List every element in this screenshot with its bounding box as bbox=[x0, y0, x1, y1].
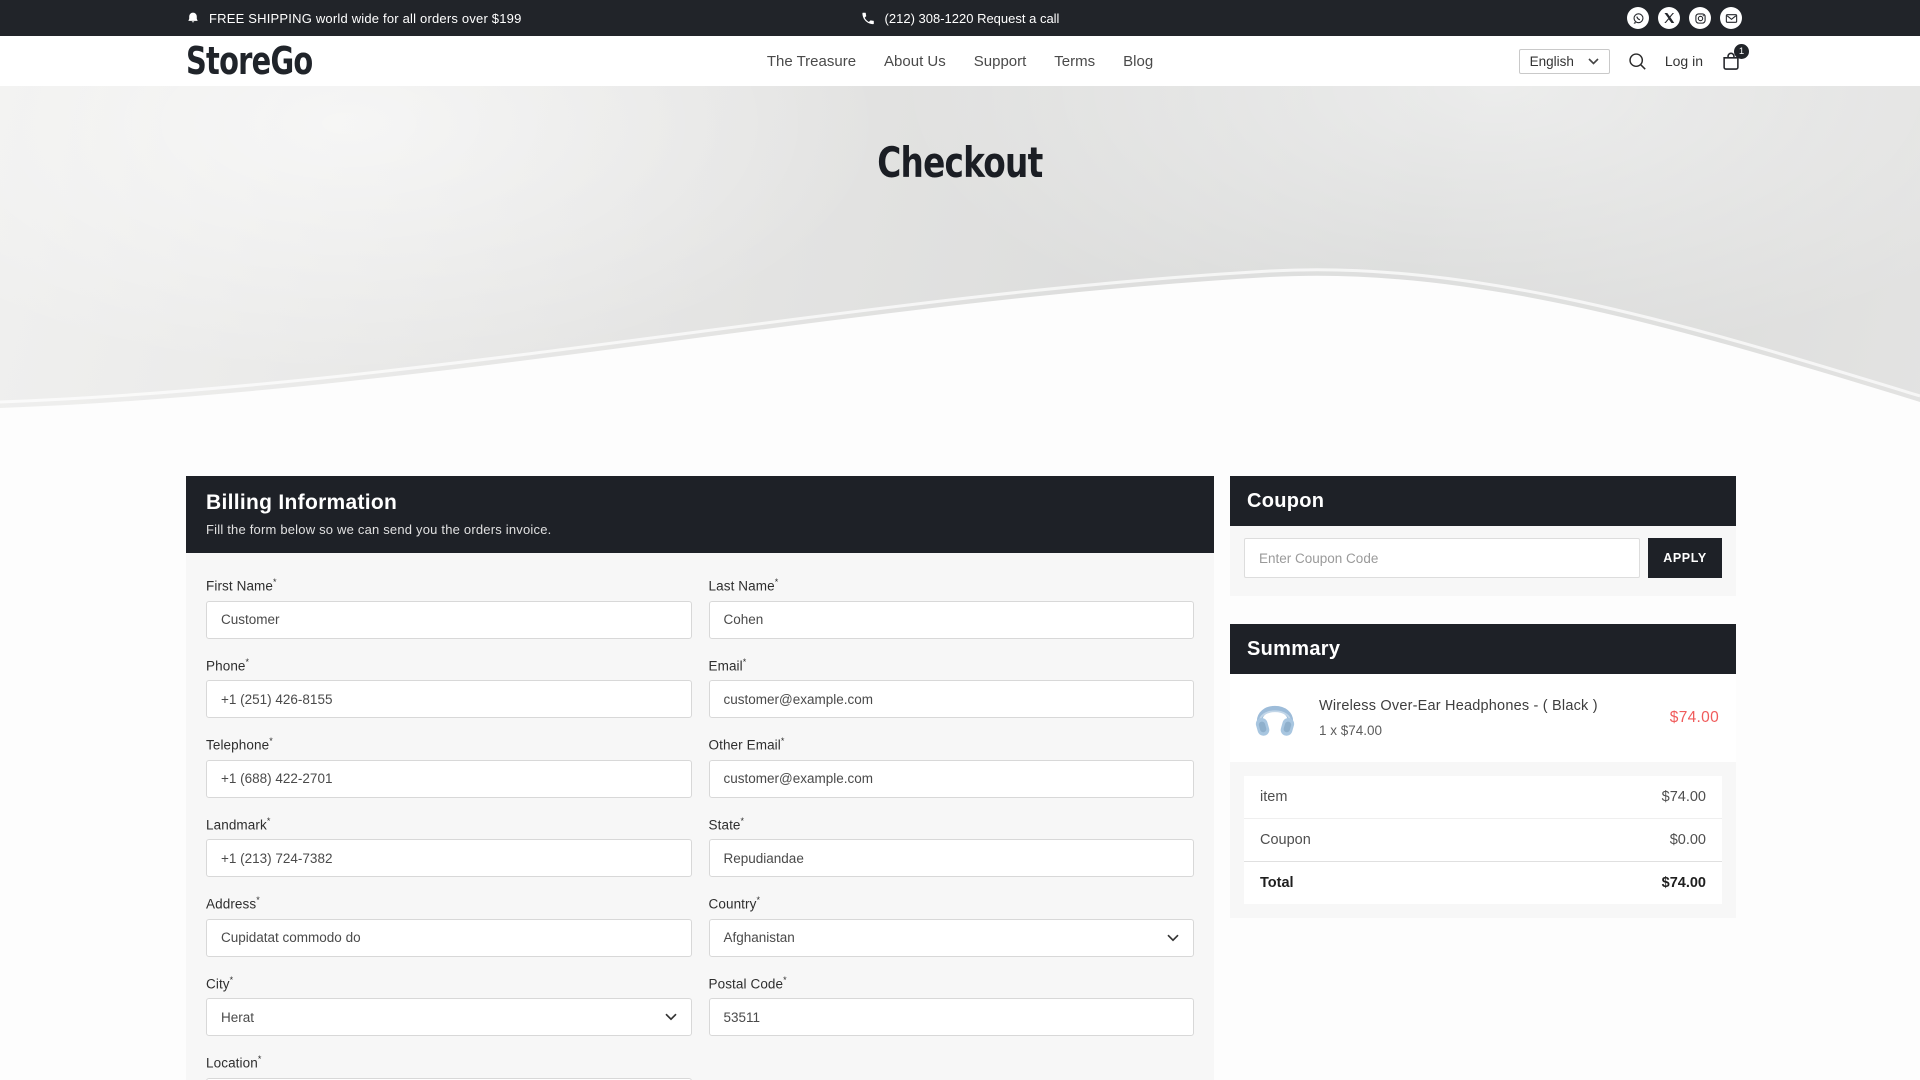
checkout-content: Billing Information Fill the form below … bbox=[186, 476, 1920, 1080]
coupon-title: Coupon bbox=[1247, 490, 1324, 513]
chevron-down-icon bbox=[1167, 934, 1179, 942]
email-label: Email* bbox=[709, 657, 1195, 674]
other-email-label: Other Email* bbox=[709, 736, 1195, 753]
country-label: Country* bbox=[709, 895, 1195, 912]
nav-terms[interactable]: Terms bbox=[1054, 53, 1095, 70]
field-email: Email* bbox=[709, 657, 1195, 719]
field-landmark: Landmark* bbox=[206, 816, 692, 878]
product-image bbox=[1247, 690, 1303, 746]
promo-banner: FREE SHIPPING world wide for all orders … bbox=[186, 11, 522, 26]
field-telephone: Telephone* bbox=[206, 736, 692, 798]
apply-coupon-button[interactable]: APPLY bbox=[1648, 538, 1722, 578]
state-label: State* bbox=[709, 816, 1195, 833]
last-name-label: Last Name* bbox=[709, 577, 1195, 594]
location-label: Location* bbox=[206, 1054, 692, 1071]
postal-code-label: Postal Code* bbox=[709, 975, 1195, 992]
product-qty: 1 x $74.00 bbox=[1319, 723, 1654, 738]
bell-icon bbox=[186, 11, 200, 26]
product-name: Wireless Over-Ear Headphones - ( Black ) bbox=[1319, 698, 1654, 714]
billing-section: Billing Information Fill the form below … bbox=[186, 476, 1214, 1080]
state-input[interactable] bbox=[709, 839, 1195, 877]
social-links bbox=[1627, 7, 1742, 29]
first-name-label: First Name* bbox=[206, 577, 692, 594]
chevron-down-icon bbox=[1588, 58, 1599, 65]
summary-section: Summary Wireless Over-Ear Headphones - (… bbox=[1230, 624, 1736, 918]
billing-title: Billing Information bbox=[206, 491, 1194, 515]
landmark-input[interactable] bbox=[206, 839, 692, 877]
last-name-input[interactable] bbox=[709, 601, 1195, 639]
site-header: StoreGo The Treasure About Us Support Te… bbox=[0, 36, 1920, 86]
field-state: State* bbox=[709, 816, 1195, 878]
address-input[interactable] bbox=[206, 919, 692, 957]
phone-label: Phone* bbox=[206, 657, 692, 674]
city-select[interactable]: Herat bbox=[206, 998, 692, 1036]
field-address: Address* bbox=[206, 895, 692, 957]
field-country: Country* Afghanistan bbox=[709, 895, 1195, 957]
phone-icon bbox=[861, 11, 876, 26]
whatsapp-icon[interactable] bbox=[1627, 7, 1649, 29]
billing-header: Billing Information Fill the form below … bbox=[186, 476, 1214, 553]
language-label: English bbox=[1530, 54, 1574, 69]
chevron-down-icon bbox=[665, 1013, 677, 1021]
field-last-name: Last Name* bbox=[709, 577, 1195, 639]
page-title: Checkout bbox=[0, 86, 1920, 187]
other-email-input[interactable] bbox=[709, 760, 1195, 798]
cart-button[interactable]: 1 bbox=[1720, 50, 1742, 72]
country-select[interactable]: Afghanistan bbox=[709, 919, 1195, 957]
email-icon[interactable] bbox=[1720, 7, 1742, 29]
landmark-label: Landmark* bbox=[206, 816, 692, 833]
email-input[interactable] bbox=[709, 680, 1195, 718]
header-controls: English Log in 1 bbox=[1519, 49, 1742, 74]
field-postal-code: Postal Code* bbox=[709, 975, 1195, 1037]
field-phone: Phone* bbox=[206, 657, 692, 719]
postal-code-input[interactable] bbox=[709, 998, 1195, 1036]
order-sidebar: Coupon APPLY Summary bbox=[1230, 476, 1736, 918]
promo-text: FREE SHIPPING world wide for all orders … bbox=[209, 11, 522, 26]
topbar: FREE SHIPPING world wide for all orders … bbox=[0, 0, 1920, 36]
x-icon[interactable] bbox=[1658, 7, 1680, 29]
coupon-section: Coupon APPLY bbox=[1230, 476, 1736, 596]
summary-title: Summary bbox=[1247, 638, 1340, 661]
telephone-label: Telephone* bbox=[206, 736, 692, 753]
field-first-name: First Name* bbox=[206, 577, 692, 639]
nav-blog[interactable]: Blog bbox=[1123, 53, 1153, 70]
cart-count-badge: 1 bbox=[1734, 44, 1749, 59]
summary-row-coupon: Coupon $0.00 bbox=[1244, 818, 1722, 861]
billing-form: First Name* Last Name* Phone* Email* Tel… bbox=[186, 553, 1214, 1080]
field-city: City* Herat bbox=[206, 975, 692, 1037]
field-location: Location* Select Location bbox=[206, 1054, 692, 1080]
search-icon[interactable] bbox=[1627, 51, 1648, 72]
coupon-body: APPLY bbox=[1230, 526, 1736, 596]
hero-section: Checkout bbox=[0, 86, 1920, 460]
phone-text: (212) 308-1220 Request a call bbox=[885, 11, 1060, 26]
summary-row-total: Total $74.00 bbox=[1244, 861, 1722, 904]
city-label: City* bbox=[206, 975, 692, 992]
login-link[interactable]: Log in bbox=[1665, 53, 1703, 69]
field-other-email: Other Email* bbox=[709, 736, 1195, 798]
nav-the-treasure[interactable]: The Treasure bbox=[767, 53, 856, 70]
product-info: Wireless Over-Ear Headphones - ( Black )… bbox=[1319, 698, 1654, 738]
telephone-input[interactable] bbox=[206, 760, 692, 798]
billing-subtitle: Fill the form below so we can send you t… bbox=[206, 522, 1194, 537]
summary-header: Summary bbox=[1230, 624, 1736, 674]
phone-input[interactable] bbox=[206, 680, 692, 718]
summary-row-item: item $74.00 bbox=[1244, 776, 1722, 818]
nav-about-us[interactable]: About Us bbox=[884, 53, 946, 70]
coupon-code-input[interactable] bbox=[1244, 538, 1640, 578]
site-logo[interactable]: StoreGo bbox=[186, 39, 313, 83]
main-nav: The Treasure About Us Support Terms Blog bbox=[767, 53, 1153, 70]
nav-support[interactable]: Support bbox=[974, 53, 1027, 70]
coupon-header: Coupon bbox=[1230, 476, 1736, 526]
summary-product-row: Wireless Over-Ear Headphones - ( Black )… bbox=[1230, 674, 1736, 762]
language-select[interactable]: English bbox=[1519, 49, 1610, 74]
first-name-input[interactable] bbox=[206, 601, 692, 639]
instagram-icon[interactable] bbox=[1689, 7, 1711, 29]
summary-totals: item $74.00 Coupon $0.00 Total $74.00 bbox=[1230, 762, 1736, 918]
address-label: Address* bbox=[206, 895, 692, 912]
product-price: $74.00 bbox=[1670, 709, 1719, 727]
request-call-link[interactable]: (212) 308-1220 Request a call bbox=[861, 11, 1060, 26]
